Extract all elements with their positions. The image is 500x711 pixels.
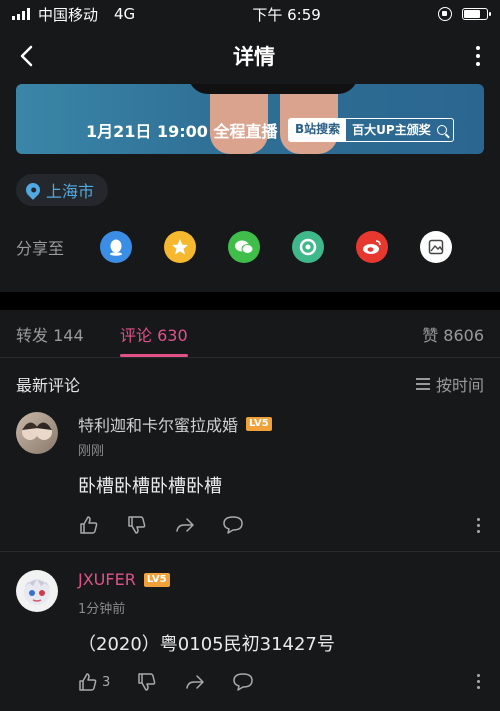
location-tag[interactable]: 上海市 (16, 174, 109, 206)
status-left: 中国移动 4G (12, 4, 135, 25)
share-qq-button[interactable] (100, 231, 132, 263)
carrier-name: 中国移动 (38, 5, 99, 24)
banner-search-box: B站搜索 百大UP主颁奖 (288, 118, 454, 142)
qq-icon (110, 239, 122, 256)
share-button[interactable] (174, 514, 196, 536)
like-button[interactable] (78, 514, 100, 536)
comment-time: 刚刚 (78, 444, 105, 459)
more-icon (477, 518, 480, 521)
rotation-lock-icon (437, 7, 452, 21)
section-divider (0, 292, 500, 310)
share-qzone-button[interactable] (164, 231, 196, 263)
location-text: 上海市 (46, 182, 95, 201)
sort-icon (415, 378, 430, 390)
like-button[interactable]: 3 (78, 671, 110, 693)
comment-bubble-icon (233, 673, 254, 691)
share-icons (100, 231, 452, 263)
comment-more-button[interactable] (477, 518, 480, 533)
banner-search-label: B站搜索 (289, 119, 347, 141)
reply-button[interactable] (232, 671, 254, 693)
comments-title: 最新评论 (16, 376, 81, 395)
comment-divider (0, 551, 500, 552)
share-button[interactable] (184, 671, 206, 693)
level-badge: LV5 (143, 572, 170, 587)
event-banner[interactable]: 1月21日 19:00 全程直播 B站搜索 百大UP主颁奖 (16, 84, 484, 154)
more-icon (477, 674, 480, 677)
comment-actions: 3 (78, 671, 254, 693)
more-options-button[interactable] (468, 42, 488, 70)
weibo-icon (363, 240, 381, 254)
chevron-left-icon (20, 45, 33, 67)
status-right (437, 7, 491, 21)
share-moments-button[interactable] (292, 231, 324, 263)
qzone-icon (172, 239, 188, 255)
back-button[interactable] (12, 42, 40, 70)
like-count: 3 (102, 674, 111, 690)
comment-text: 卧槽卧槽卧槽卧槽 (78, 476, 222, 497)
share-weibo-button[interactable] (356, 231, 388, 263)
location-pin-icon (23, 180, 43, 200)
comment-username[interactable]: JXUFER (78, 570, 136, 589)
comment-actions (78, 514, 244, 536)
dislike-button[interactable] (126, 514, 148, 536)
comment-username[interactable]: 特利迦和卡尔蜜拉成婚 (78, 412, 238, 436)
thumbs-down-icon (138, 673, 156, 691)
signal-icon (12, 8, 30, 20)
share-image-button[interactable] (420, 231, 452, 263)
avatar[interactable] (16, 570, 58, 612)
share-wechat-button[interactable] (228, 231, 260, 263)
nav-bar: 详情 (0, 28, 500, 84)
wechat-icon (235, 240, 254, 254)
tab-comments[interactable]: 评论 630 (120, 322, 188, 346)
banner-time-text: 1月21日 19:00 全程直播 (86, 122, 278, 141)
search-icon (436, 125, 447, 135)
avatar[interactable] (16, 412, 58, 454)
network-type: 4G (114, 5, 136, 23)
comment-more-button[interactable] (477, 674, 480, 689)
tab-active-indicator (120, 354, 188, 357)
thumbs-up-icon (79, 673, 97, 691)
level-badge: LV5 (246, 417, 272, 431)
share-arrow-icon (176, 518, 194, 532)
sort-label: 按时间 (435, 376, 484, 395)
tab-repost[interactable]: 转发 144 (16, 322, 84, 346)
share-row: 分享至 (16, 230, 484, 264)
interaction-tabs: 转发 144 评论 630 赞 8606 (0, 310, 500, 358)
sort-button[interactable]: 按时间 (415, 372, 484, 396)
comment-time: 1分钟前 (78, 602, 126, 617)
comment-bubble-icon (223, 516, 243, 534)
image-icon (428, 239, 444, 255)
banner-search-value: 百大UP主颁奖 (352, 123, 431, 137)
battery-icon (461, 8, 491, 20)
avatar-image (24, 579, 50, 605)
thumbs-down-icon (128, 516, 146, 534)
avatar-image (22, 422, 52, 440)
comment-text: （2020）粤0105民初31427号 (78, 634, 335, 655)
tab-likes[interactable]: 赞 8606 (422, 322, 484, 346)
more-icon (476, 46, 480, 50)
share-label: 分享至 (16, 239, 65, 258)
page-title: 详情 (233, 45, 275, 69)
share-arrow-icon (186, 675, 205, 689)
moments-icon (299, 238, 317, 256)
comments-header: 最新评论 按时间 (16, 372, 484, 396)
reply-button[interactable] (222, 514, 244, 536)
clock: 下午 6:59 (252, 5, 321, 24)
status-bar: 中国移动 4G 下午 6:59 (0, 0, 500, 28)
thumbs-up-icon (80, 516, 98, 534)
dislike-button[interactable] (136, 671, 158, 693)
